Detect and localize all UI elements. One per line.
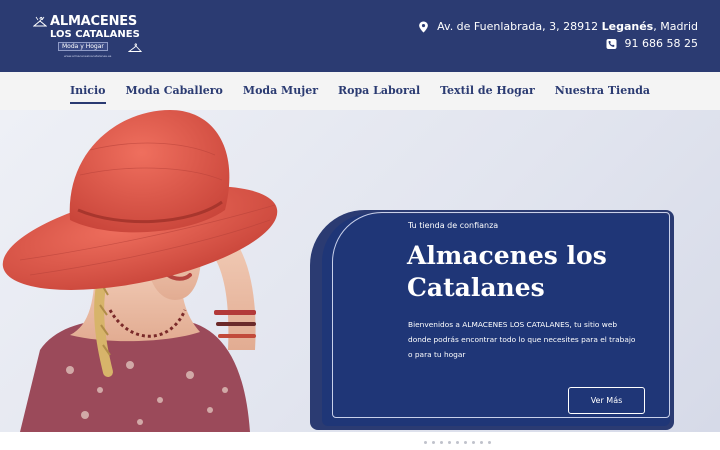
hero-kicker: Tu tienda de confianza bbox=[408, 221, 499, 230]
phone-text: 91 686 58 25 bbox=[624, 37, 698, 50]
slider-dot[interactable] bbox=[424, 441, 427, 444]
slider-dot[interactable] bbox=[432, 441, 435, 444]
slider-dots bbox=[424, 441, 491, 444]
main-nav: Inicio Moda Caballero Moda Mujer Ropa La… bbox=[0, 72, 720, 110]
logo-badge: Moda y Hogar bbox=[58, 42, 108, 51]
nav-item-moda-mujer[interactable]: Moda Mujer bbox=[233, 72, 328, 110]
phone-icon bbox=[606, 38, 617, 49]
nav-item-moda-caballero[interactable]: Moda Caballero bbox=[116, 72, 233, 110]
logo-title: ALMACENES bbox=[50, 14, 138, 29]
slider-dot[interactable] bbox=[456, 441, 459, 444]
slider-dot[interactable] bbox=[480, 441, 483, 444]
logo-subtitle: LOS CATALANES bbox=[50, 29, 140, 40]
nav-item-ropa-laboral[interactable]: Ropa Laboral bbox=[328, 72, 430, 110]
logo-url: www.almacenesloscatalanes.es bbox=[64, 54, 112, 58]
address-text: Av. de Fuenlabrada, 3, 28912 Leganés, Ma… bbox=[437, 20, 698, 33]
nav-item-inicio[interactable]: Inicio bbox=[60, 72, 116, 110]
address-street: Av. de Fuenlabrada, 3, 28912 bbox=[437, 20, 602, 33]
store-phone[interactable]: 91 686 58 25 bbox=[606, 37, 698, 50]
nav-item-nuestra-tienda[interactable]: Nuestra Tienda bbox=[545, 72, 660, 110]
slider-dot[interactable] bbox=[440, 441, 443, 444]
ver-mas-button[interactable]: Ver Más bbox=[568, 387, 645, 414]
hero-description: Bienvenidos a ALMACENES LOS CATALANES, t… bbox=[408, 320, 636, 359]
hanger-icon bbox=[33, 16, 47, 27]
store-address[interactable]: Av. de Fuenlabrada, 3, 28912 Leganés, Ma… bbox=[418, 20, 698, 33]
address-city: Leganés bbox=[601, 20, 654, 33]
site-logo[interactable]: ALMACENES LOS CATALANES Moda y Hogar www… bbox=[24, 12, 144, 60]
address-region: , Madrid bbox=[653, 20, 698, 33]
nav-item-textil-de-hogar[interactable]: Textil de Hogar bbox=[430, 72, 545, 110]
site-header: ALMACENES LOS CATALANES Moda y Hogar www… bbox=[0, 0, 720, 72]
hero-photo-woman-hat bbox=[2, 110, 278, 432]
slider-dot[interactable] bbox=[464, 441, 467, 444]
hero-title: Almacenes los Catalanes bbox=[407, 241, 607, 302]
hanger-icon bbox=[128, 43, 142, 52]
slider-dot[interactable] bbox=[488, 441, 491, 444]
map-pin-icon bbox=[419, 20, 428, 33]
slider-dot[interactable] bbox=[472, 441, 475, 444]
slider-dot[interactable] bbox=[448, 441, 451, 444]
